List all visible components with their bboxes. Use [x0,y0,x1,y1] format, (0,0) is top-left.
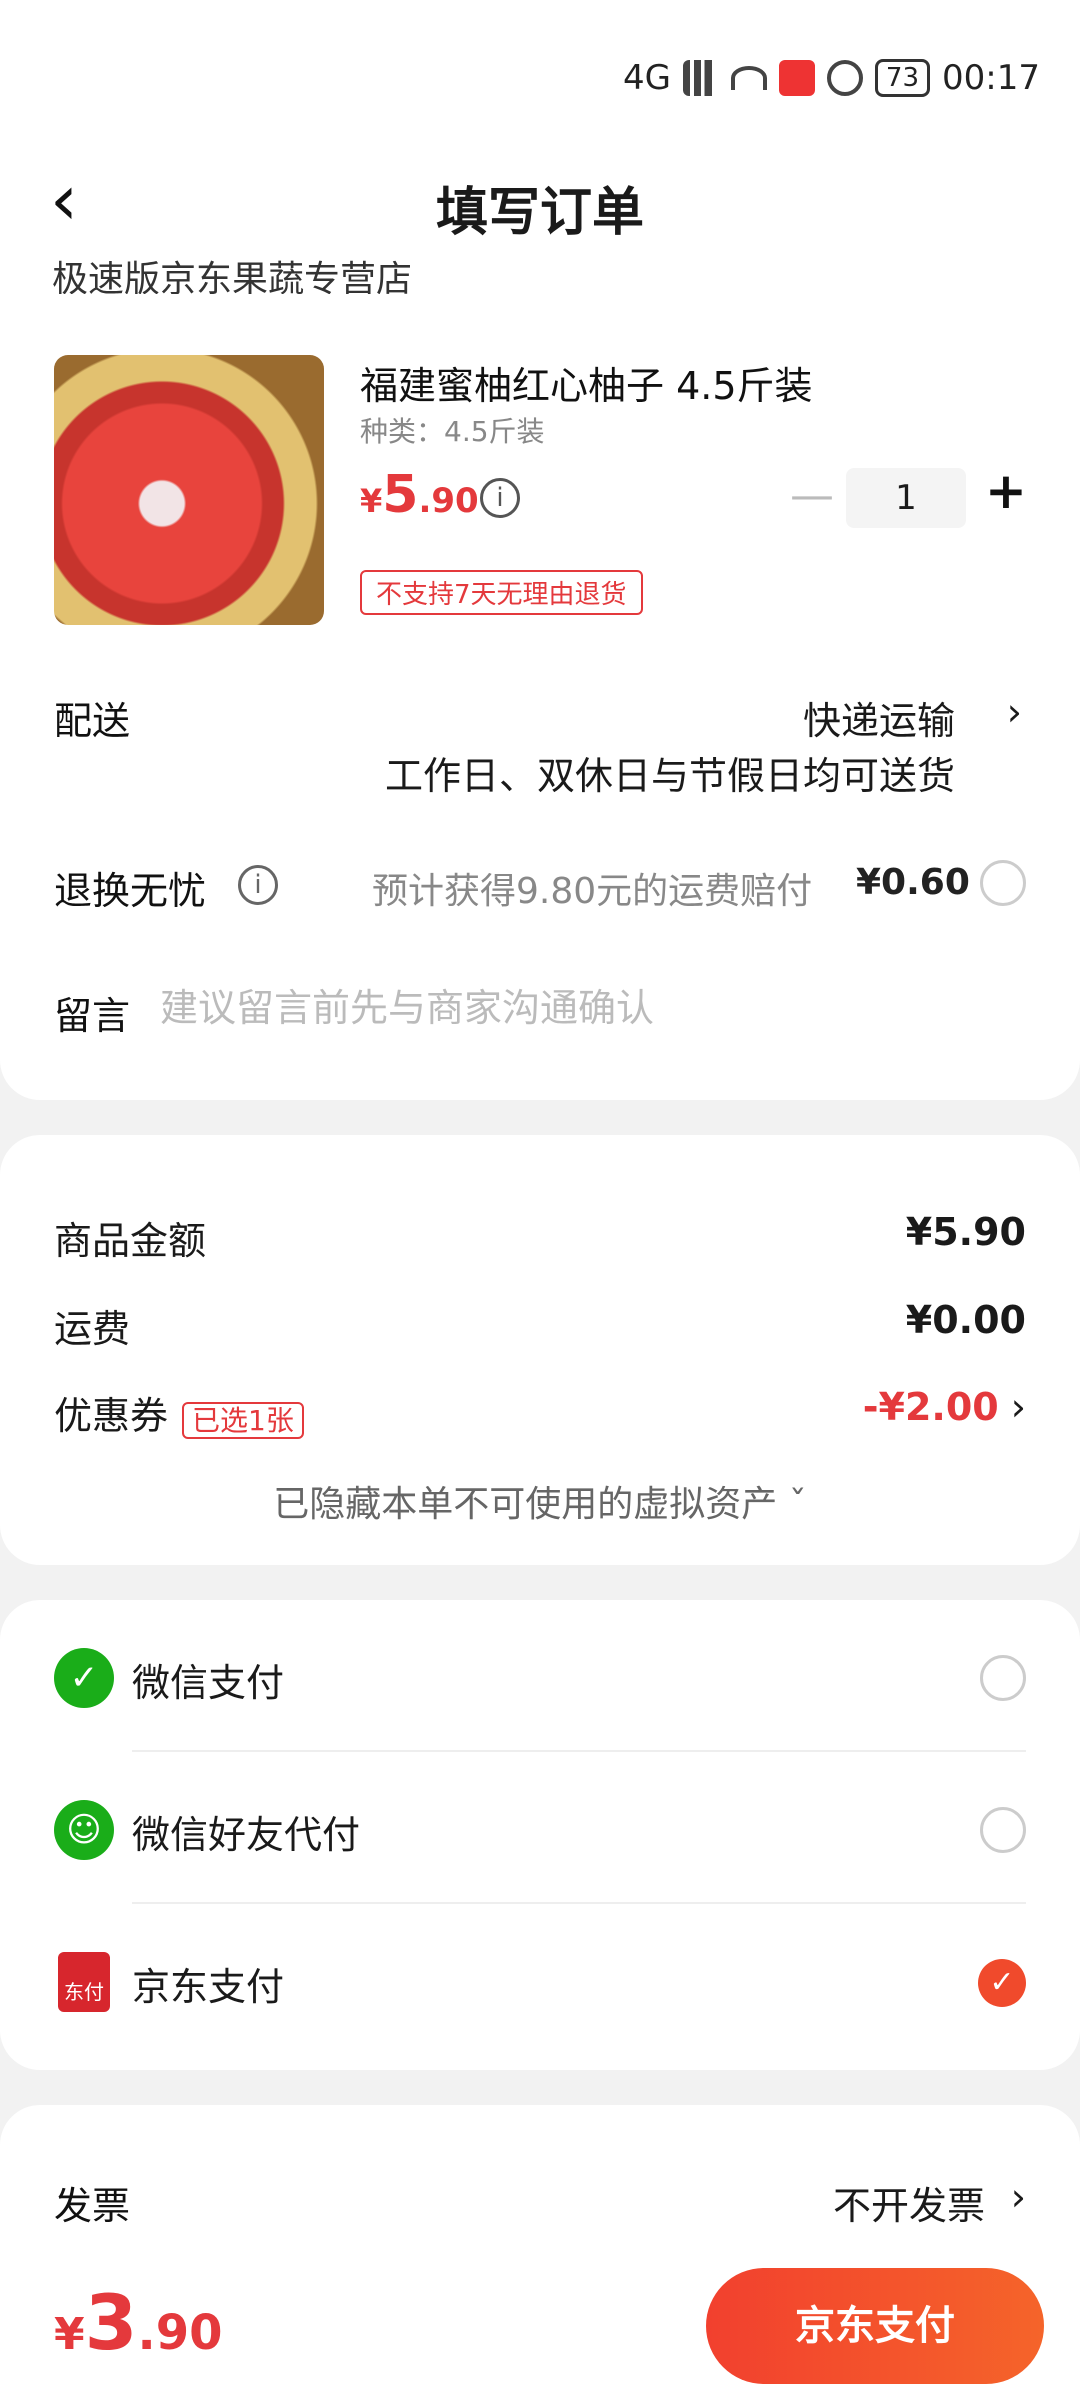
hidden-assets-toggle[interactable]: 已隐藏本单不可使用的虚拟资产 ˇ [0,1475,1080,1527]
delivery-note: 工作日、双休日与节假日均可送货 [384,754,955,798]
wechat-pay-icon: ✓ [54,1648,114,1708]
check-icon[interactable]: ✓ [978,1959,1026,2007]
status-bar: 4G 73 00:17 [0,0,1080,140]
network-label: 4G [622,58,671,98]
hidden-assets-text: 已隐藏本单不可使用的虚拟资产 [273,1484,778,1525]
shipping-value: ¥0.00 [905,1298,1026,1342]
payment-option-wechat-friend[interactable]: ☺ 微信好友代付 [0,1752,1080,1902]
shipping-label: 运费 [54,1307,131,1351]
payment-label: 微信好友代付 [132,1813,361,1857]
payment-methods-card: ✓ 微信支付 ☺ 微信好友代付 东付 京东支付 ✓ [0,1600,1080,2070]
payment-option-wechat[interactable]: ✓ 微信支付 [0,1600,1080,1750]
goods-amount-value: ¥5.90 [905,1210,1026,1254]
chevron-right-icon[interactable]: › [1007,690,1022,734]
clock: 00:17 [942,58,1040,98]
alarm-icon [826,60,863,96]
store-name[interactable]: 极速版京东果蔬专营店 [52,250,412,294]
goods-amount-row: 商品金额 ¥5.90 [54,1210,1026,1265]
return-care-radio[interactable] [980,860,1026,906]
message-label: 留言 [54,994,131,1038]
wechat-friend-pay-radio[interactable] [980,1807,1026,1853]
checkout-bar: ¥3.90 京东支付 [0,2250,1080,2400]
coupon-label: 优惠券 [54,1394,169,1438]
pay-button[interactable]: 京东支付 [706,2268,1044,2384]
delivery-method[interactable]: 快递运输 [803,690,955,745]
goods-amount-label: 商品金额 [54,1219,207,1263]
quantity-value[interactable]: 1 [846,468,966,528]
price-info-icon[interactable]: i [480,478,520,518]
wifi-icon [730,66,767,90]
payment-label: 京东支付 [132,1965,285,2009]
message-input[interactable] [160,980,1020,1036]
wechat-friend-pay-icon: ☺ [54,1800,114,1860]
quantity-minus-button[interactable]: — [790,470,834,521]
total-dec: .90 [137,2305,223,2361]
product-spec: 种类：4.5斤装 [360,415,545,448]
app-notification-icon [778,60,815,96]
status-icons: 4G 73 00:17 [623,50,1040,106]
chevron-right-icon[interactable]: › [1011,1385,1026,1429]
payment-label: 微信支付 [132,1661,285,1705]
shipping-row: 运费 ¥0.00 [54,1298,1026,1353]
price-int: 5 [382,465,419,525]
battery-icon: 73 [874,59,931,97]
coupon-value-group: -¥2.00 › [863,1385,1026,1440]
chevron-down-icon: ˇ [788,1484,807,1525]
coupon-row[interactable]: 优惠券 已选1张 -¥2.00 › [54,1385,1026,1440]
coupon-selected-badge: 已选1张 [182,1401,304,1439]
return-info-icon[interactable]: i [238,865,278,905]
invoice-value[interactable]: 不开发票 [833,2175,985,2230]
invoice-label: 发票 [54,2184,131,2228]
total-int: 3 [84,2278,138,2367]
wechat-pay-radio[interactable] [980,1655,1026,1701]
signal-icon [682,60,719,96]
product-image[interactable] [54,355,324,625]
total-price: ¥3.90 [54,2278,223,2367]
return-care-desc: 预计获得9.80元的运费赔付 [372,871,813,912]
return-policy-tag: 不支持7天无理由退货 [360,570,643,615]
product-name: 福建蜜柚红心柚子 4.5斤装 [360,364,813,408]
payment-option-jd[interactable]: 东付 京东支付 ✓ [0,1904,1080,2054]
price-dec: .90 [418,481,479,521]
coupon-label-group: 优惠券 已选1张 [54,1385,304,1440]
return-care-fee: ¥0.60 [856,862,970,903]
delivery-label: 配送 [54,699,131,743]
return-care-label: 退换无忧 [54,869,207,913]
quantity-plus-button[interactable]: + [985,462,1027,520]
chevron-right-icon[interactable]: › [1011,2175,1026,2219]
product-price: ¥5.90 [360,465,479,525]
price-currency: ¥ [360,482,383,520]
page-title: 填写订单 [435,183,644,243]
coupon-value: -¥2.00 [862,1385,999,1429]
jd-pay-icon: 东付 [58,1952,110,2012]
price-summary-card: 商品金额 ¥5.90 运费 ¥0.00 优惠券 已选1张 -¥2.00 › 已隐藏… [0,1135,1080,1565]
total-currency: ¥ [54,2309,85,2360]
